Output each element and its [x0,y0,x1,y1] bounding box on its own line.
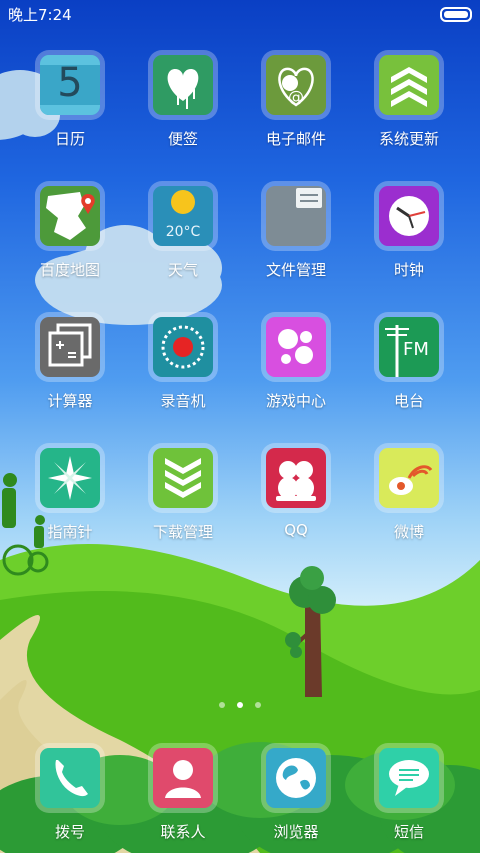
status-bar: 晚上7:24 [0,0,480,26]
app-weibo[interactable]: 微博 [359,443,459,563]
app-game-center[interactable]: 游戏中心 [246,312,346,432]
app-label: 拨号 [54,823,85,841]
app-calculator[interactable]: 计算器 [20,312,120,432]
app-label: 文件管理 [265,261,326,279]
radio-fm-icon: FM [379,317,439,377]
app-label: 指南针 [47,523,93,541]
app-qq[interactable]: QQ [246,443,346,563]
system-update-icon [379,55,439,115]
app-label: 游戏中心 [265,392,326,410]
calendar-icon: 5 [40,55,100,115]
folder-icon [266,186,326,246]
app-clock[interactable]: 时钟 [359,181,459,301]
compass-icon [40,448,100,508]
recorder-icon [153,317,213,377]
app-label: 下载管理 [152,523,213,541]
app-weather[interactable]: 20°C 天气 [133,181,233,301]
app-label: 日历 [54,130,85,148]
app-label: 便签 [167,130,198,148]
app-label: 电台 [393,392,424,410]
app-label: 时钟 [393,261,424,279]
radio-fm-text: FM [403,339,429,360]
browser-globe-icon [266,748,326,808]
app-radio[interactable]: FM 电台 [359,312,459,432]
app-notes[interactable]: 便签 [133,50,233,170]
dock-messages[interactable]: 短信 [359,743,459,853]
weather-sun-icon: 20°C [153,186,213,246]
dock-contacts[interactable]: 联系人 [133,743,233,853]
app-download-manager[interactable]: 下载管理 [133,443,233,563]
email-icon: @ [266,55,326,115]
app-label: 系统更新 [378,130,439,148]
calculator-icon [40,317,100,377]
app-compass[interactable]: 指南针 [20,443,120,563]
contacts-icon [153,748,213,808]
map-icon [40,186,100,246]
app-system-update[interactable]: 系统更新 [359,50,459,170]
app-label: 电子邮件 [265,130,326,148]
app-label: 计算器 [47,392,93,410]
dock-phone[interactable]: 拨号 [20,743,120,853]
clock-icon [379,186,439,246]
page-indicator [210,700,270,710]
message-icon [379,748,439,808]
app-recorder[interactable]: 录音机 [133,312,233,432]
notes-heart-icon [153,55,213,115]
game-center-icon [266,317,326,377]
dock-browser[interactable]: 浏览器 [246,743,346,853]
page-dot-3[interactable] [255,702,261,708]
app-label: 天气 [167,261,198,279]
app-email[interactable]: @ 电子邮件 [246,50,346,170]
app-label: 录音机 [160,392,206,410]
app-label: 浏览器 [273,823,319,841]
app-file-manager[interactable]: 文件管理 [246,181,346,301]
app-label: 百度地图 [39,261,100,279]
calendar-day: 5 [57,60,83,106]
page-dot-2[interactable] [237,702,243,708]
app-label: QQ [284,521,308,539]
app-label: 短信 [393,823,424,841]
qq-icon [266,448,326,508]
home-screen: 晚上7:24 5 日历 便签 @ 电子邮件 系统更新 百度地图 20°C 天气 … [0,0,480,853]
app-baidu-map[interactable]: 百度地图 [20,181,120,301]
app-calendar[interactable]: 5 日历 [20,50,120,170]
status-time: 晚上7:24 [8,6,72,24]
page-dot-1[interactable] [219,702,225,708]
weather-temperature: 20°C [165,224,201,240]
download-icon [153,448,213,508]
weibo-icon [379,448,439,508]
app-label: 联系人 [160,823,206,841]
phone-icon [40,748,100,808]
app-label: 微博 [393,523,424,541]
svg-text:@: @ [288,87,304,106]
battery-icon [440,7,472,22]
